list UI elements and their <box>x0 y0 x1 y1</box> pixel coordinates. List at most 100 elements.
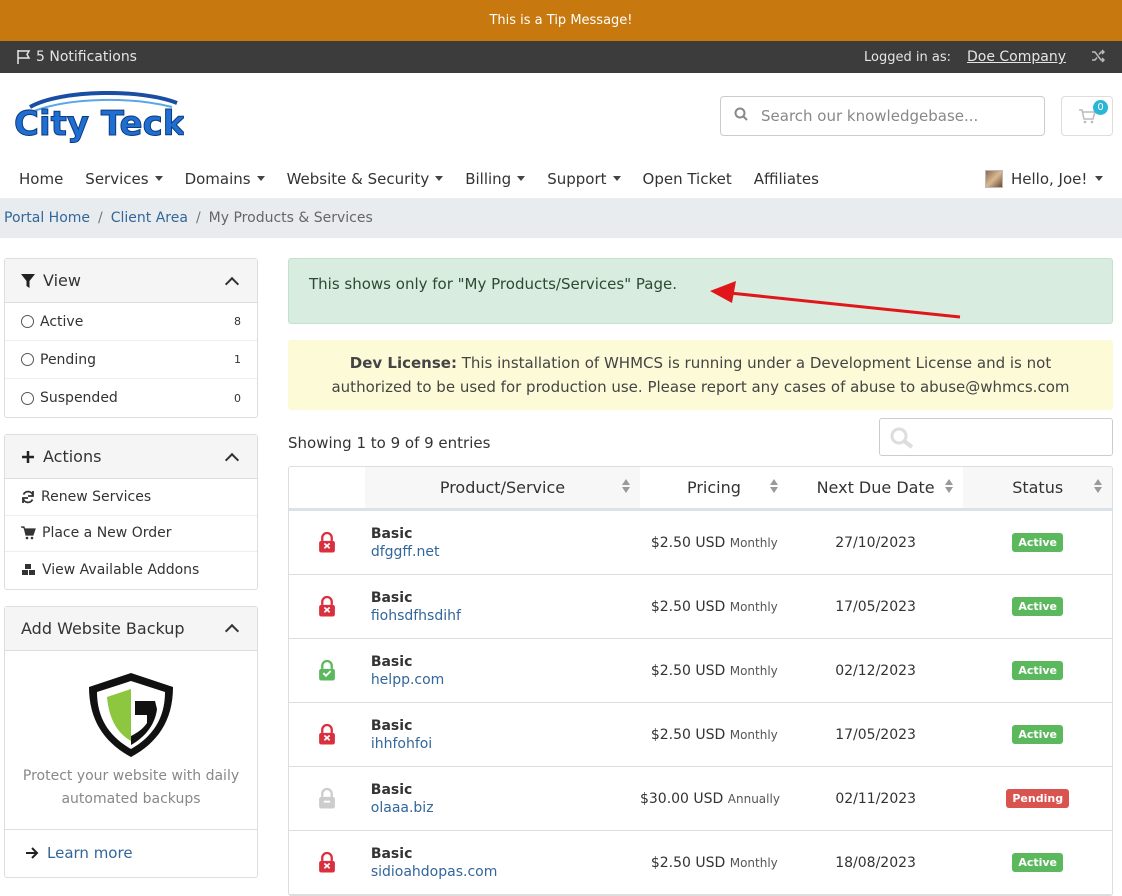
search-icon <box>721 107 761 125</box>
backup-panel-header[interactable]: Add Website Backup <box>5 606 257 651</box>
column-header-status[interactable]: Status <box>963 467 1112 508</box>
action-view-addons[interactable]: View Available Addons <box>5 552 257 589</box>
next-due-date: 17/05/2023 <box>835 726 916 743</box>
view-panel: View Active 8 Pending 1 Suspended 0 <box>4 258 258 418</box>
learn-more-link[interactable]: Learn more <box>5 828 257 877</box>
nav-item-billing[interactable]: Billing <box>454 170 536 188</box>
nav-item-support[interactable]: Support <box>536 170 631 188</box>
ssl-status-cell <box>289 851 365 875</box>
billing-cycle: Annually <box>727 791 780 806</box>
service-domain-link[interactable]: olaaa.biz <box>371 800 434 816</box>
sort-icon <box>622 479 631 493</box>
switch-account-icon[interactable] <box>1090 48 1106 67</box>
next-due-date: 02/12/2023 <box>835 662 916 679</box>
column-header-due-date[interactable]: Next Due Date <box>788 467 964 508</box>
flag-icon <box>17 50 31 64</box>
table-row[interactable]: Basic helpp.com $2.50 USD Monthly 02/12/… <box>289 639 1112 703</box>
status-badge: Active <box>1012 533 1064 552</box>
nav-item-services[interactable]: Services <box>74 170 173 188</box>
sort-icon <box>769 479 778 493</box>
view-panel-header[interactable]: View <box>5 259 257 303</box>
product-name: Basic <box>370 717 413 734</box>
search-input[interactable] <box>761 107 1044 125</box>
site-header: City Tecks 0 <box>0 73 1122 159</box>
cart-icon <box>21 526 36 540</box>
breadcrumb-separator: / <box>98 210 103 226</box>
nav-item-affiliates[interactable]: Affiliates <box>743 170 830 188</box>
nav-item-home[interactable]: Home <box>8 170 74 188</box>
breadcrumb-portal-home[interactable]: Portal Home <box>4 210 90 226</box>
count-badge: 0 <box>234 391 241 405</box>
services-table: Product/Service Pricing Next Due Date St… <box>288 466 1113 896</box>
due-date-cell: 18/08/2023 <box>788 855 964 871</box>
chevron-up-icon[interactable] <box>224 452 240 467</box>
product-cell: Basic olaaa.biz <box>365 782 640 816</box>
service-domain-link[interactable]: helpp.com <box>371 672 445 688</box>
table-row[interactable]: Basic sidioahdopas.com $2.50 USD Monthly… <box>289 831 1112 895</box>
product-name: Basic <box>370 653 413 670</box>
next-due-date: 27/10/2023 <box>835 534 916 551</box>
product-name: Basic <box>370 845 413 862</box>
arrow-right-icon <box>26 847 39 859</box>
service-domain-link[interactable]: dfggff.net <box>371 544 440 560</box>
due-date-cell: 02/12/2023 <box>788 663 964 679</box>
actions-panel-header[interactable]: Actions <box>5 435 257 479</box>
table-row[interactable]: Basic ihhfohfoi $2.50 USD Monthly 17/05/… <box>289 703 1112 767</box>
product-cell: Basic sidioahdopas.com <box>365 846 640 880</box>
pricing-cell: $2.50 USD Monthly <box>640 599 788 615</box>
product-cell: Basic helpp.com <box>365 654 640 688</box>
status-badge: Active <box>1012 597 1064 616</box>
action-renew-services[interactable]: Renew Services <box>5 479 257 516</box>
knowledgebase-search[interactable] <box>720 96 1045 136</box>
billing-cycle: Monthly <box>729 855 778 870</box>
entries-info: Showing 1 to 9 of 9 entries <box>288 434 491 452</box>
ssl-lock-icon <box>318 787 335 808</box>
table-row[interactable]: Basic dfggff.net $2.50 USD Monthly 27/10… <box>289 511 1112 575</box>
column-header-product[interactable]: Product/Service <box>364 467 641 508</box>
radio-icon <box>21 315 34 328</box>
chevron-up-icon[interactable] <box>224 623 240 639</box>
count-badge: 8 <box>234 315 241 328</box>
city-tecks-logo[interactable]: City Tecks <box>12 90 206 145</box>
caret-down-icon <box>154 176 163 181</box>
pricing-cell: $2.50 USD Monthly <box>640 663 788 679</box>
table-row[interactable]: Basic fiohsdfhsdihf $2.50 USD Monthly 17… <box>289 575 1112 639</box>
nav-item-open-ticket[interactable]: Open Ticket <box>632 170 743 188</box>
notifications-button[interactable]: 5 Notifications <box>16 49 137 65</box>
radio-icon <box>21 391 34 405</box>
status-cell: Active <box>963 725 1112 744</box>
view-filter-pending[interactable]: Pending 1 <box>5 341 257 379</box>
caret-down-icon <box>256 176 265 181</box>
ssl-lock-icon <box>319 723 335 744</box>
caret-down-icon <box>435 176 444 181</box>
status-badge: Active <box>1012 853 1064 872</box>
view-filter-active[interactable]: Active 8 <box>5 303 257 341</box>
count-badge: 1 <box>234 353 241 366</box>
cart-button[interactable]: 0 <box>1061 96 1113 136</box>
price-amount: $30.00 USD <box>639 790 724 807</box>
view-filter-suspended[interactable]: Suspended 0 <box>5 379 257 417</box>
service-domain-link[interactable]: fiohsdfhsdihf <box>371 608 461 624</box>
action-place-new-order[interactable]: Place a New Order <box>5 516 257 552</box>
avatar <box>985 169 1003 188</box>
tip-message: This is a Tip Message! <box>489 13 633 28</box>
nav-item-domains[interactable]: Domains <box>174 170 276 188</box>
service-domain-link[interactable]: ihhfohfoi <box>371 736 432 752</box>
next-due-date: 02/11/2023 <box>835 790 917 807</box>
user-menu[interactable]: Hello, Joe! <box>985 159 1104 198</box>
nav-item-website-security[interactable]: Website & Security <box>276 170 455 188</box>
chevron-up-icon[interactable] <box>224 276 240 291</box>
price-amount: $2.50 USD <box>650 726 726 743</box>
table-row[interactable]: Basic olaaa.biz $30.00 USD Annually 02/1… <box>289 767 1112 831</box>
view-panel-title: View <box>43 271 81 290</box>
column-header-pricing[interactable]: Pricing <box>640 467 788 508</box>
table-filter-input[interactable] <box>879 418 1113 456</box>
pricing-cell: $2.50 USD Monthly <box>640 727 788 743</box>
ssl-status-cell <box>289 787 365 811</box>
breadcrumb-client-area[interactable]: Client Area <box>111 210 188 226</box>
top-bar: 5 Notifications Logged in as: Doe Compan… <box>0 41 1122 73</box>
company-link[interactable]: Doe Company <box>967 49 1066 65</box>
product-name: Basic <box>370 781 413 798</box>
cart-count-badge: 0 <box>1093 100 1108 115</box>
service-domain-link[interactable]: sidioahdopas.com <box>371 864 498 880</box>
